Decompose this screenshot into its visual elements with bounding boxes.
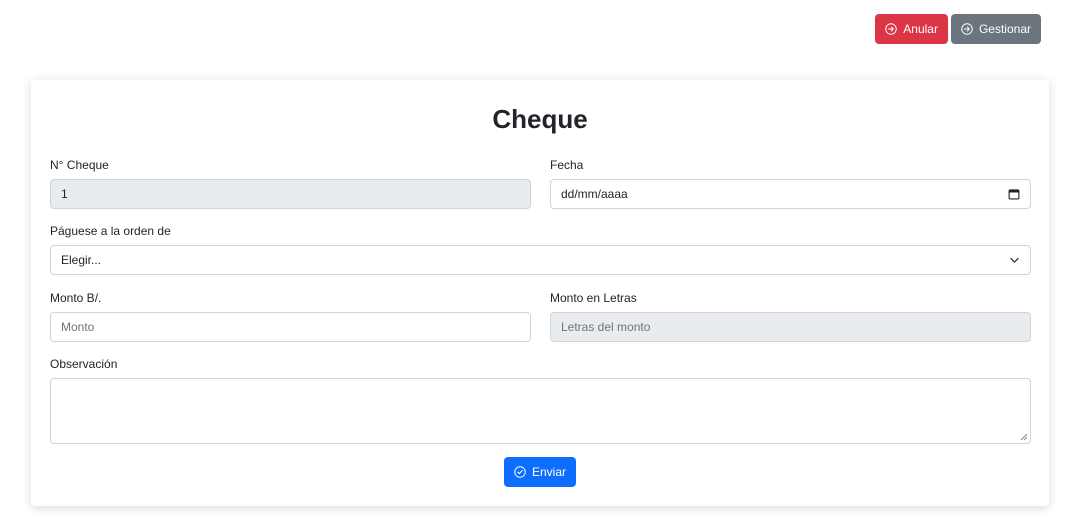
cheque-number-field[interactable]: 1 [50,179,531,209]
cancel-button[interactable]: Anular [875,14,948,44]
amount-words-placeholder: Letras del monto [561,320,651,334]
submit-button[interactable]: Enviar [503,457,576,487]
notes-label: Observación [50,357,118,371]
manage-button[interactable]: Gestionar [950,14,1041,44]
submit-wrap: Enviar [31,457,1049,487]
cheque-form-card: Cheque N° Cheque 1 Fecha dd/mm/aaaa Págu… [31,80,1049,506]
date-field[interactable]: dd/mm/aaaa [550,179,1031,209]
top-actions: Anular Gestionar [875,14,1041,44]
page-title: Cheque [492,104,588,134]
check-circle-icon [514,466,526,478]
date-value: dd/mm/aaaa [561,187,628,201]
amount-placeholder: Monto [61,320,95,334]
arrow-right-circle-icon [961,23,973,35]
manage-button-label: Gestionar [978,22,1031,36]
date-label: Fecha [550,158,584,172]
payee-selected-value: Elegir... [61,253,102,267]
amount-field[interactable]: Monto [50,312,531,342]
submit-button-label: Enviar [531,465,566,479]
payee-select[interactable]: Elegir... [50,245,1031,275]
cancel-button-label: Anular [903,22,938,36]
amount-words-label: Monto en Letras [550,291,637,305]
chevron-down-icon [1010,257,1019,263]
amount-words-field[interactable]: Letras del monto [550,312,1031,342]
arrow-right-circle-icon [885,23,898,35]
cheque-number-value: 1 [61,187,68,201]
notes-textarea[interactable] [50,378,1031,444]
payee-label: Páguese a la orden de [50,224,171,238]
cheque-number-label: N° Cheque [50,158,109,172]
amount-label: Monto B/. [50,291,102,305]
calendar-icon[interactable] [1008,188,1020,200]
resize-grip-icon[interactable] [1020,433,1028,441]
